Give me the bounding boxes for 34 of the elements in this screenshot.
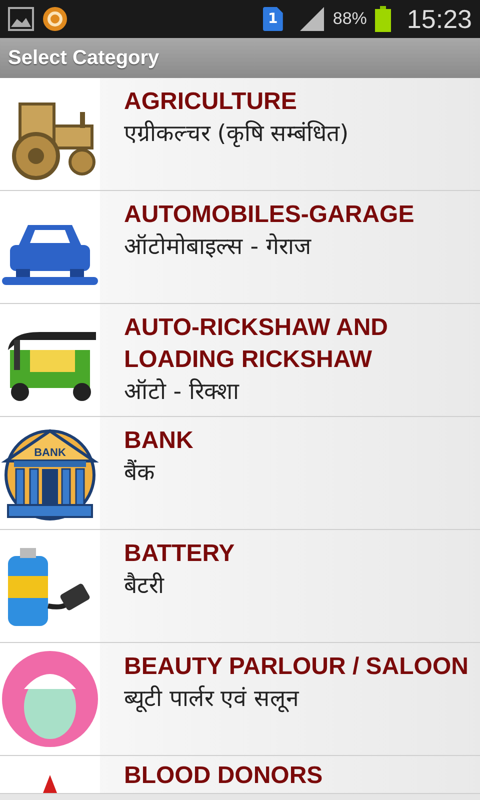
category-subtitle: ब्यूटी पार्लर एवं सलून — [124, 684, 300, 714]
category-title: AUTOMOBILES-GARAGE — [124, 200, 414, 230]
tractor-icon — [12, 102, 96, 180]
category-title: BATTERY — [124, 539, 235, 569]
category-subtitle: एग्रीकल्चर (कृषि सम्बंधित) — [124, 119, 349, 150]
battery-icon — [374, 6, 391, 32]
category-row[interactable]: BATTERY बैटरी — [0, 530, 480, 643]
category-row[interactable]: AGRICULTURE एग्रीकल्चर (कृषि सम्बंधित) — [0, 78, 480, 191]
category-title: AGRICULTURE — [124, 87, 298, 117]
face-mask-icon — [2, 651, 98, 747]
clock-time: 15:23 — [406, 6, 472, 32]
screen-title: Select Category — [8, 46, 160, 71]
picture-icon — [8, 7, 34, 31]
category-title: AUTO-RICKSHAW AND LOADING RICKSHAW — [124, 313, 389, 375]
category-row[interactable]: BLOOD DONORS — [0, 756, 480, 794]
category-subtitle: बैटरी — [124, 571, 166, 601]
category-row[interactable]: BANK BANK बैंक — [0, 417, 480, 530]
category-title: BANK — [124, 426, 194, 456]
category-row[interactable]: BEAUTY PARLOUR / SALOON ब्यूटी पार्लर एवं सलून — [0, 643, 480, 756]
category-subtitle: ऑटो - रिक्शा — [124, 377, 240, 407]
category-subtitle: ऑटोमोबाइल्स - गेराज — [124, 232, 312, 262]
app-icon — [42, 6, 68, 32]
category-title: BLOOD DONORS — [124, 761, 323, 791]
category-title: BEAUTY PARLOUR / SALOON — [124, 652, 468, 682]
battery-percent: 88% — [332, 8, 367, 30]
sim-icon: 1 — [262, 7, 283, 31]
category-row[interactable]: AUTO-RICKSHAW AND LOADING RICKSHAW ऑटो - रिक्शा — [0, 304, 480, 417]
category-subtitle: बैंक — [124, 458, 156, 488]
category-row[interactable]: AUTOMOBILES-GARAGE ऑटोमोबाइल्स - गेराज — [0, 191, 480, 304]
battery-plug-icon — [8, 548, 91, 626]
bank-icon — [1, 429, 99, 520]
bank-sign: BANK — [34, 447, 66, 459]
rickshaw-icon — [8, 332, 96, 401]
signal-icon — [298, 7, 325, 31]
